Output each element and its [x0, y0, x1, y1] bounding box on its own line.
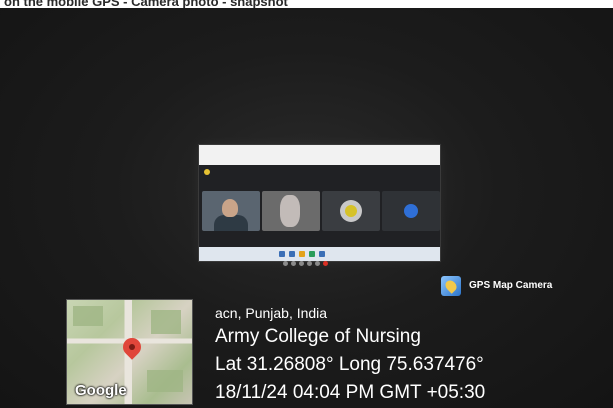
avatar-initial: [345, 205, 357, 217]
video-call-window: [199, 165, 440, 266]
participant-face: [222, 199, 238, 217]
folder-icon: [299, 251, 305, 257]
end-call-icon: [323, 261, 328, 266]
participant-face: [280, 195, 300, 227]
call-controls: [199, 261, 440, 269]
present-icon: [315, 261, 320, 266]
google-logo: Google: [75, 382, 127, 399]
captions-icon: [299, 261, 304, 266]
map-area: [147, 370, 183, 392]
browser-titlebar: [199, 145, 440, 165]
map-area: [151, 310, 181, 334]
search-icon: [289, 251, 295, 257]
start-icon: [279, 251, 285, 257]
participant-tile: [202, 191, 260, 231]
participant-body: [214, 215, 248, 231]
watermark-app-name: GPS Map Camera: [469, 280, 553, 291]
avatar: [404, 204, 418, 218]
map-pin-center: [129, 344, 135, 350]
laptop-screen: [198, 144, 441, 266]
location-region: acn, Punjab, India: [215, 305, 328, 321]
participant-tile: [262, 191, 320, 231]
app-icon: [319, 251, 325, 257]
camera-icon: [291, 261, 296, 266]
map-thumbnail: Google: [66, 299, 193, 405]
caption-text: on the mobile GPS - Camera photo - snaps…: [4, 0, 288, 8]
location-datetime: 18/11/24 04:04 PM GMT +05:30: [215, 382, 486, 403]
location-place: Army College of Nursing: [215, 326, 421, 347]
browser-icon: [309, 251, 315, 257]
participant-tile: [382, 191, 440, 231]
participant-tile: [322, 191, 380, 231]
mic-icon: [283, 261, 288, 266]
meeting-indicator-icon: [204, 169, 210, 175]
taskbar: [199, 247, 440, 261]
map-pin-icon: [443, 278, 459, 294]
map-area: [73, 306, 103, 326]
location-coordinates: Lat 31.26808° Long 75.637476°: [215, 354, 484, 375]
raise-hand-icon: [307, 261, 312, 266]
gps-map-camera-icon: [441, 276, 461, 296]
photo: GPS Map Camera Google acn, Punjab, India…: [0, 8, 613, 408]
